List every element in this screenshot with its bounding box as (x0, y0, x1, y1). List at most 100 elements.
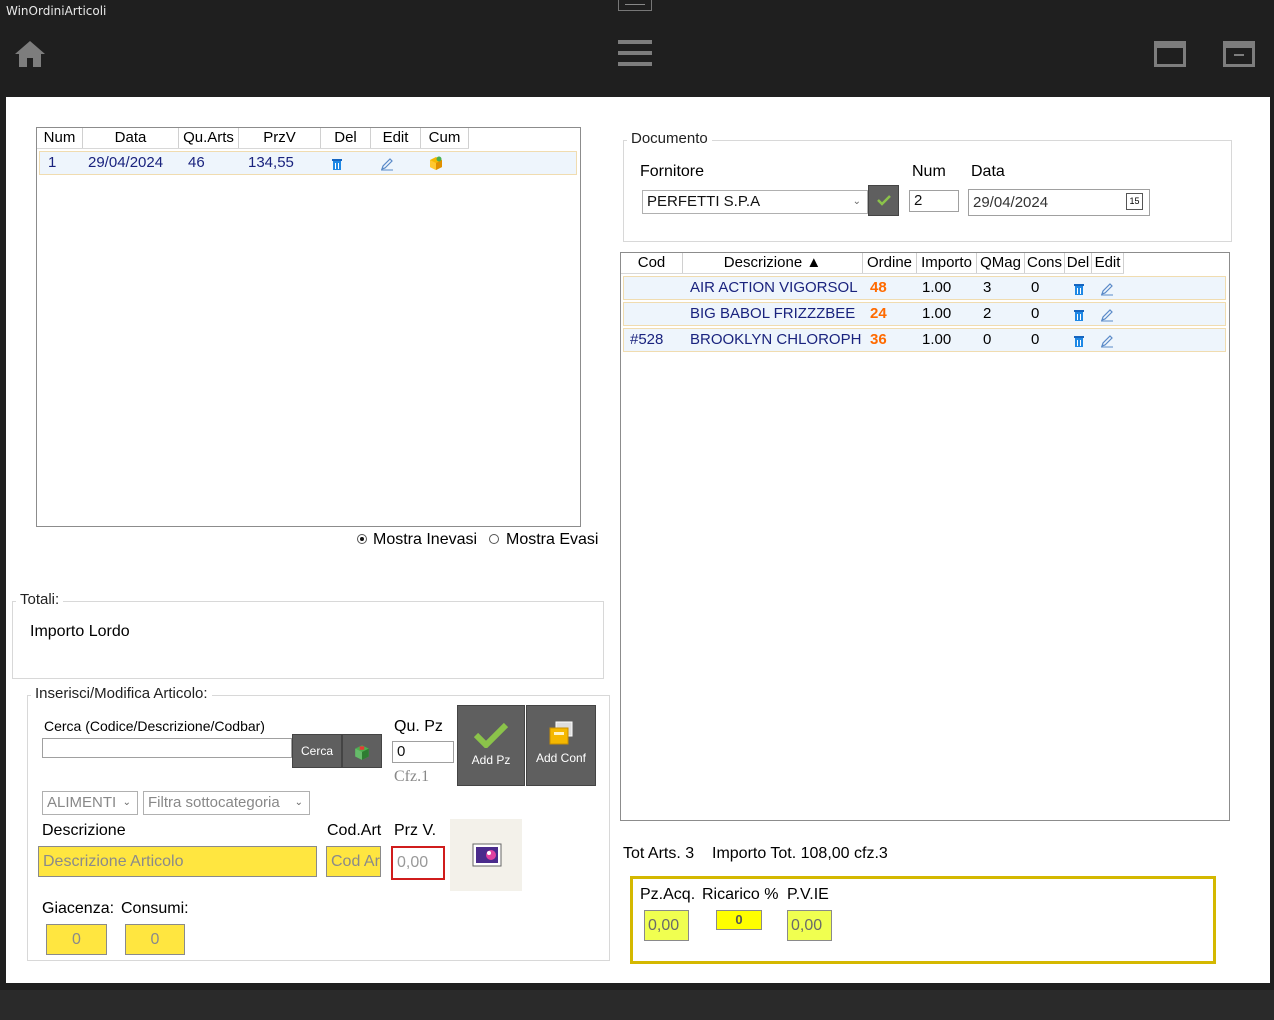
orders-grid[interactable]: Num Data Qu.Arts PrzV Del Edit Cum 1 29/… (36, 127, 581, 527)
qu-pz-input[interactable]: 0 (392, 741, 454, 763)
pvie-input[interactable]: 0,00 (787, 910, 832, 941)
box-icon (355, 745, 369, 760)
order-quarts: 46 (188, 154, 205, 171)
table-row[interactable]: #528 BROOKLYN CHLOROPHYLL 36 1.00 0 0 (623, 328, 1226, 352)
fornitore-select-value: PERFETTI S.P.A (647, 193, 761, 210)
trash-icon[interactable] (331, 158, 343, 171)
table-row[interactable]: AIR ACTION VIGORSOL 48 1.00 3 0 (623, 276, 1226, 300)
items-col-cod[interactable]: Cod (621, 253, 683, 273)
insert-group-label: Inserisci/Modifica Articolo: (31, 685, 212, 702)
table-row[interactable]: BIG BABOL FRIZZZBEE 24 1.00 2 0 (623, 302, 1226, 326)
item-qmag: 0 (983, 331, 992, 348)
item-cons: 0 (1031, 305, 1040, 322)
orders-col-data[interactable]: Data (83, 128, 179, 148)
ricarico-input[interactable]: 0 (716, 910, 762, 930)
edit-pencil-icon[interactable] (380, 157, 394, 171)
home-icon[interactable] (14, 38, 46, 70)
consumi-field: 0 (125, 924, 185, 955)
orders-col-edit[interactable]: Edit (371, 128, 421, 148)
doc-data-label: Data (971, 163, 1005, 180)
orders-col-przv[interactable]: PrzV (239, 128, 321, 148)
items-grid[interactable]: Cod Descrizione ▲ Ordine Importo QMag Co… (620, 252, 1230, 821)
package-stack-icon (549, 721, 573, 745)
edit-pencil-icon[interactable] (1100, 308, 1114, 322)
prz-v-label: Prz V. (394, 822, 437, 839)
show-open-radio[interactable] (357, 534, 367, 544)
doc-date-value: 29/04/2024 (973, 194, 1049, 211)
hamburger-menu-icon[interactable] (618, 40, 652, 68)
table-row[interactable]: 1 29/04/2024 46 134,55 (39, 151, 577, 175)
cod-art-label: Cod.Art (327, 822, 382, 839)
fornitore-label: Fornitore (640, 163, 705, 180)
chevron-down-icon: ⌄ (852, 196, 861, 207)
add-pz-button[interactable]: Add Pz (457, 705, 525, 786)
item-ordine: 48 (870, 279, 887, 296)
giacenza-field: 0 (46, 924, 107, 955)
order-num: 1 (48, 154, 57, 171)
title-bar: WinOrdiniArticoli (0, 0, 1274, 92)
trash-icon[interactable] (1073, 335, 1085, 348)
giacenza-label: Giacenza: (42, 900, 115, 917)
category-select[interactable]: ALIMENTI ⌄ (42, 791, 138, 815)
items-col-importo[interactable]: Importo (917, 253, 977, 273)
cumulative-box-icon[interactable] (428, 155, 444, 171)
orders-col-del[interactable]: Del (321, 128, 371, 148)
doc-num-input[interactable]: 2 (909, 190, 959, 212)
fornitore-select[interactable]: PERFETTI S.P.A ⌄ (642, 190, 868, 214)
show-open-label[interactable]: Mostra Inevasi (373, 531, 477, 549)
category-select-value: ALIMENTI (47, 794, 117, 811)
search-button[interactable]: Cerca (292, 734, 342, 768)
doc-num-label: Num (912, 163, 946, 180)
orders-col-cum[interactable]: Cum (421, 128, 469, 148)
show-closed-label[interactable]: Mostra Evasi (506, 531, 598, 549)
orders-col-num[interactable]: Num (37, 128, 83, 148)
show-closed-radio[interactable] (489, 534, 499, 544)
search-box-button[interactable] (342, 734, 382, 768)
bottom-strip (0, 990, 1274, 1020)
cod-art-input[interactable]: Cod Art (326, 846, 381, 877)
items-col-cons[interactable]: Cons (1025, 253, 1065, 273)
edit-pencil-icon[interactable] (1100, 282, 1114, 296)
doc-date-picker[interactable]: 29/04/2024 15 (968, 189, 1150, 216)
pz-acq-label: Pz.Acq. (640, 886, 696, 903)
subcategory-select-placeholder: Filtra sottocategoria (148, 794, 280, 811)
pvie-label: P.V.IE (787, 886, 829, 903)
prz-v-input[interactable]: 0,00 (391, 846, 445, 880)
window-title: WinOrdiniArticoli (6, 4, 107, 18)
item-importo: 1.00 (922, 279, 952, 296)
add-conf-button[interactable]: Add Conf (526, 705, 596, 786)
item-ordine: 24 (870, 305, 887, 322)
descrizione-input[interactable]: Descrizione Articolo (38, 846, 317, 877)
add-conf-label: Add Conf (535, 751, 587, 765)
item-cod: #528 (630, 331, 664, 348)
edit-pencil-icon[interactable] (1100, 334, 1114, 348)
search-input[interactable] (42, 738, 292, 758)
items-col-del[interactable]: Del (1065, 253, 1092, 273)
cfz-label: Cfz.1 (394, 768, 430, 785)
pz-acq-input[interactable]: 0,00 (644, 910, 689, 941)
item-cons: 0 (1031, 331, 1040, 348)
minimize-window-icon[interactable] (1223, 41, 1255, 67)
image-icon (472, 843, 502, 867)
items-col-ordine[interactable]: Ordine (863, 253, 917, 273)
add-pz-label: Add Pz (471, 753, 511, 767)
item-descrizione: BIG BABOL FRIZZZBEE (690, 305, 856, 322)
items-col-descrizione[interactable]: Descrizione ▲ (683, 253, 863, 273)
calendar-icon[interactable]: 15 (1126, 193, 1143, 210)
item-qmag: 3 (983, 279, 992, 296)
trash-icon[interactable] (1073, 309, 1085, 322)
item-descrizione: BROOKLYN CHLOROPHYLL (690, 331, 862, 348)
drag-handle[interactable] (618, 0, 652, 11)
confirm-fornitore-button[interactable] (868, 185, 899, 216)
orders-col-quarts[interactable]: Qu.Arts (179, 128, 239, 148)
item-descrizione: AIR ACTION VIGORSOL (690, 279, 858, 296)
items-col-qmag[interactable]: QMag (977, 253, 1025, 273)
trash-icon[interactable] (1073, 283, 1085, 296)
subcategory-select[interactable]: Filtra sottocategoria ⌄ (143, 791, 310, 815)
descrizione-label: Descrizione (42, 822, 126, 839)
maximize-window-icon[interactable] (1154, 41, 1186, 67)
tot-arts-label: Tot Arts. 3 (623, 845, 695, 862)
main-panel: Num Data Qu.Arts PrzV Del Edit Cum 1 29/… (6, 97, 1270, 983)
items-col-edit[interactable]: Edit (1092, 253, 1124, 273)
article-image-button[interactable] (450, 819, 522, 891)
